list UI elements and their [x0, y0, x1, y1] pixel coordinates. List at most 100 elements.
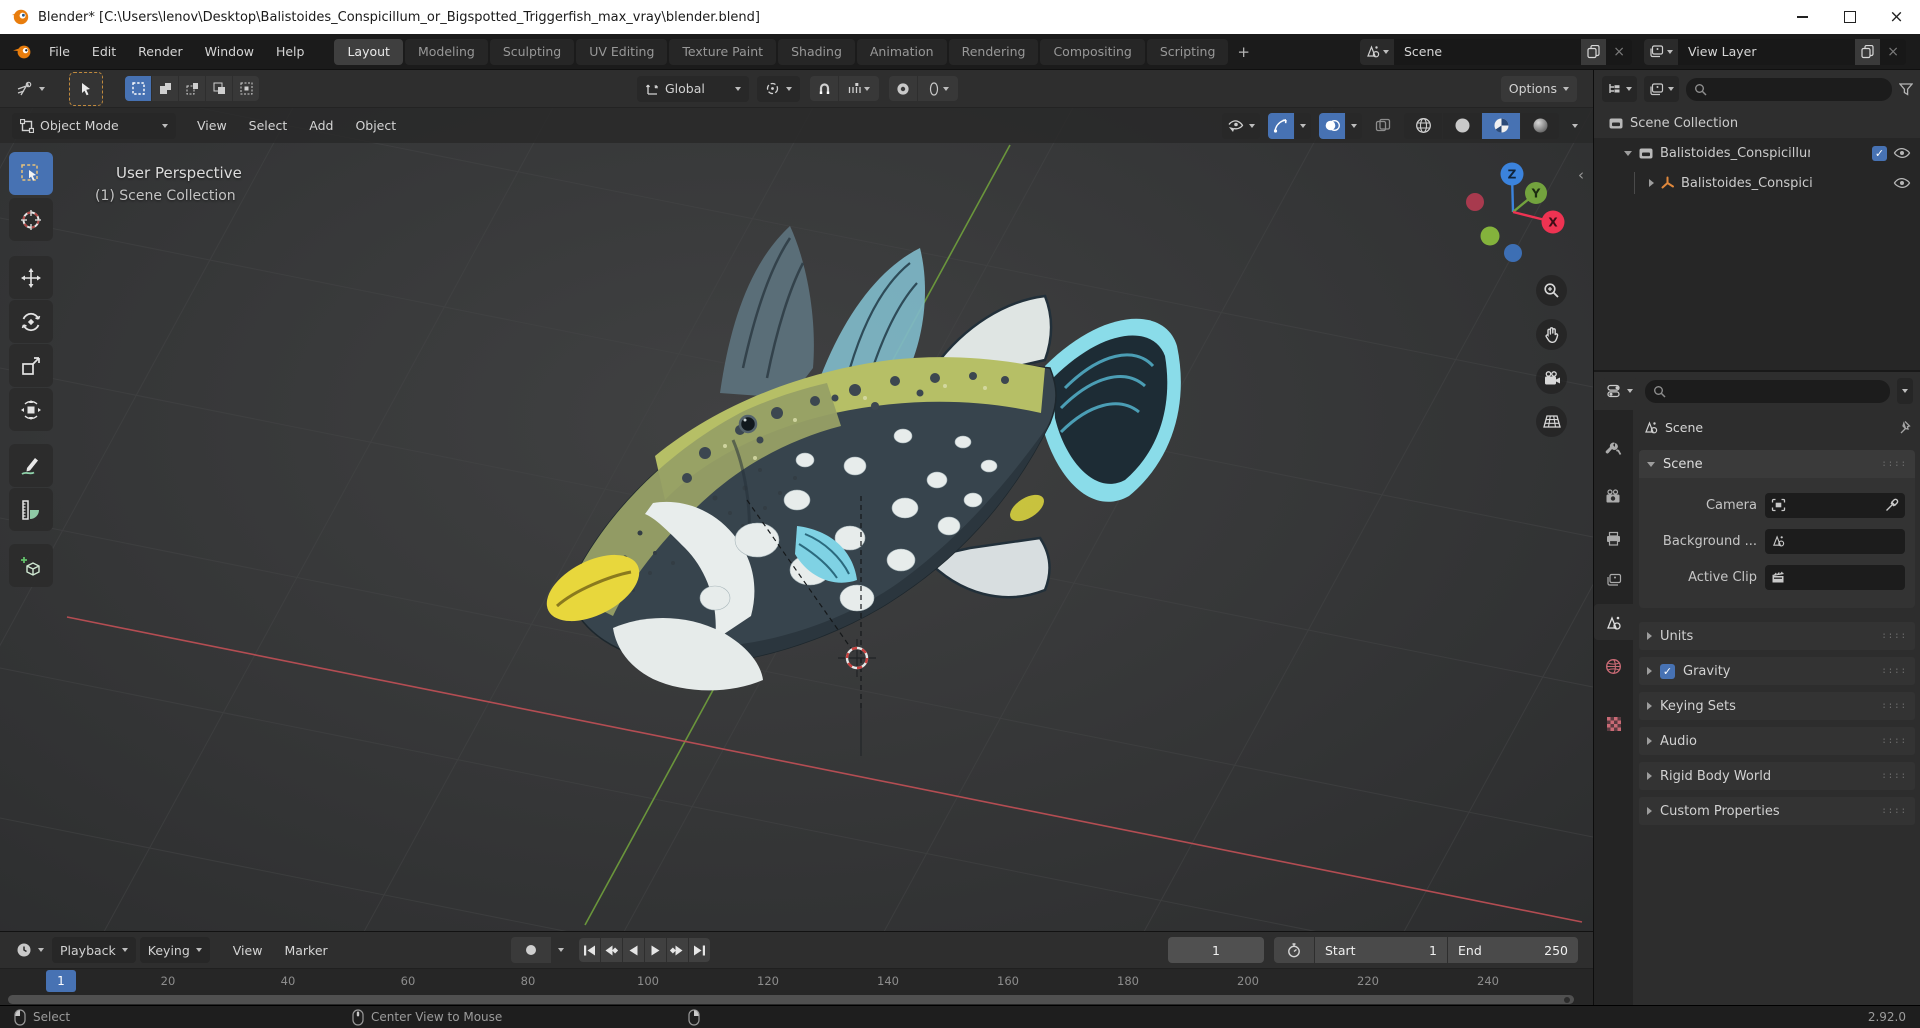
camera-field[interactable]: [1765, 492, 1905, 518]
axis-neg-y-handle[interactable]: [1480, 226, 1500, 246]
viewport-menu-select[interactable]: Select: [238, 108, 299, 143]
overlays-toggle[interactable]: [1319, 112, 1345, 139]
shading-material-button[interactable]: [1482, 112, 1520, 139]
toolbar-move[interactable]: [9, 256, 53, 299]
select-mode-set-button[interactable]: [125, 76, 151, 101]
xray-toggle[interactable]: [1370, 113, 1396, 139]
next-keyframe-button[interactable]: [666, 938, 688, 962]
jump-to-start-button[interactable]: [578, 938, 600, 962]
outliner-row-collection[interactable]: Balistoides_Conspicillum ✓: [1594, 138, 1920, 168]
tab-world[interactable]: [1594, 648, 1633, 684]
menu-window[interactable]: Window: [194, 34, 265, 69]
tab-texture[interactable]: [1594, 706, 1633, 742]
drag-grip-icon[interactable]: ::::: [1881, 631, 1907, 641]
hide-eye-icon[interactable]: [1893, 177, 1911, 189]
pan-view-button[interactable]: [1536, 319, 1567, 350]
shading-solid-button[interactable]: [1443, 112, 1481, 139]
section-rigid-body-world[interactable]: Rigid Body World ::::: [1639, 762, 1915, 790]
expand-icon[interactable]: [1624, 150, 1632, 156]
scene-unlink-button[interactable]: ×: [1606, 44, 1632, 60]
timeline-scrollbar[interactable]: [8, 995, 1574, 1004]
add-workspace-button[interactable]: +: [1229, 43, 1258, 61]
options-button[interactable]: Options: [1500, 75, 1577, 102]
toolbar-select-box[interactable]: [9, 152, 53, 195]
outliner-row-object[interactable]: Balistoides_Conspici: [1594, 168, 1920, 198]
zoom-view-button[interactable]: [1536, 275, 1567, 306]
section-gravity[interactable]: ✓ Gravity ::::: [1639, 657, 1915, 685]
drag-grip-icon[interactable]: ::::: [1881, 701, 1907, 711]
properties-filter-dropdown[interactable]: [1897, 378, 1913, 404]
workspace-tab-layout[interactable]: Layout: [334, 38, 403, 65]
play-button[interactable]: [644, 938, 666, 962]
shading-wireframe-button[interactable]: [1404, 112, 1442, 139]
toolbar-transform[interactable]: [9, 388, 53, 431]
section-audio[interactable]: Audio ::::: [1639, 727, 1915, 755]
snap-toggle-button[interactable]: [810, 76, 838, 101]
navigation-gizmo[interactable]: Z Y X: [1466, 162, 1565, 263]
hide-eye-icon[interactable]: [1893, 147, 1911, 159]
timeline-editor-type-button[interactable]: [8, 937, 52, 963]
shading-rendered-button[interactable]: [1521, 112, 1559, 139]
pin-icon[interactable]: [1897, 420, 1911, 435]
select-mode-invert-button[interactable]: [206, 76, 232, 101]
playback-menu[interactable]: Playback: [52, 937, 136, 963]
triggerfish-model[interactable]: [536, 226, 1181, 691]
view-layer-browse-button[interactable]: [1644, 38, 1678, 65]
viewport-menu-add[interactable]: Add: [298, 108, 344, 143]
workspace-tab-compositing[interactable]: Compositing: [1040, 38, 1145, 65]
toolbar-cursor[interactable]: [9, 198, 53, 241]
toolbar-scale[interactable]: [9, 344, 53, 387]
menu-render[interactable]: Render: [127, 34, 194, 69]
collapse-sidebar-icon[interactable]: ‹: [1578, 166, 1584, 184]
end-frame-field[interactable]: End 250: [1448, 937, 1578, 963]
eyedropper-icon[interactable]: [1885, 498, 1899, 512]
section-custom-properties[interactable]: Custom Properties ::::: [1639, 797, 1915, 825]
tab-tool[interactable]: [1594, 430, 1633, 466]
properties-editor-type-button[interactable]: [1602, 378, 1638, 404]
proportional-falloff-dropdown[interactable]: [918, 76, 958, 101]
transform-orientation-dropdown[interactable]: Global: [637, 75, 749, 102]
toolbar-add-cube[interactable]: [9, 544, 53, 587]
toolbar-rotate[interactable]: [9, 300, 53, 343]
outliner-display-mode-button[interactable]: [1644, 76, 1679, 102]
timeline-view-menu[interactable]: View: [222, 932, 274, 968]
properties-search-input[interactable]: [1645, 379, 1890, 403]
auto-key-toggle[interactable]: [510, 937, 551, 963]
tab-output[interactable]: [1594, 520, 1633, 556]
tab-view-layer[interactable]: [1594, 562, 1633, 598]
pivot-point-dropdown[interactable]: [757, 75, 800, 102]
workspace-tab-uv-editing[interactable]: UV Editing: [576, 38, 668, 65]
section-keying-sets[interactable]: Keying Sets ::::: [1639, 692, 1915, 720]
workspace-tab-texture-paint[interactable]: Texture Paint: [669, 38, 777, 65]
toolbar-measure[interactable]: [9, 488, 53, 531]
timeline-ruler[interactable]: 20 40 60 80 100 120 140 160 180 200 220 …: [0, 969, 1593, 994]
filter-icon[interactable]: [1899, 82, 1913, 96]
workspace-tab-animation[interactable]: Animation: [856, 38, 947, 65]
drag-grip-icon[interactable]: ::::: [1881, 666, 1907, 676]
keying-menu[interactable]: Keying: [139, 937, 210, 963]
outliner-search-input[interactable]: [1686, 77, 1892, 101]
mode-dropdown[interactable]: Object Mode: [12, 112, 176, 139]
gizmos-dropdown[interactable]: [1295, 112, 1311, 139]
proportional-edit-toggle[interactable]: [889, 76, 917, 101]
select-mode-extend-button[interactable]: [152, 76, 178, 101]
scene-browse-button[interactable]: [1360, 38, 1394, 65]
jump-to-end-button[interactable]: [688, 938, 710, 962]
editor-type-button[interactable]: [8, 76, 53, 102]
view-layer-remove-button[interactable]: ×: [1880, 44, 1906, 60]
gizmos-toggle[interactable]: [1268, 112, 1294, 139]
shading-dropdown[interactable]: [1567, 113, 1583, 139]
menu-help[interactable]: Help: [265, 34, 316, 69]
select-mode-subtract-button[interactable]: [179, 76, 205, 101]
scrollbar-knob[interactable]: [1564, 996, 1570, 1003]
active-clip-field[interactable]: [1765, 564, 1905, 590]
maximize-button[interactable]: [1826, 0, 1873, 34]
playhead[interactable]: 1: [46, 970, 76, 992]
drag-grip-icon[interactable]: ::::: [1881, 736, 1907, 746]
play-reverse-button[interactable]: [622, 938, 644, 962]
tab-render[interactable]: [1594, 478, 1633, 514]
drag-grip-icon[interactable]: ::::: [1881, 806, 1907, 816]
drag-grip-icon[interactable]: ::::: [1881, 459, 1907, 469]
axis-neg-x-handle[interactable]: [1466, 193, 1484, 211]
menu-file[interactable]: File: [38, 34, 81, 69]
